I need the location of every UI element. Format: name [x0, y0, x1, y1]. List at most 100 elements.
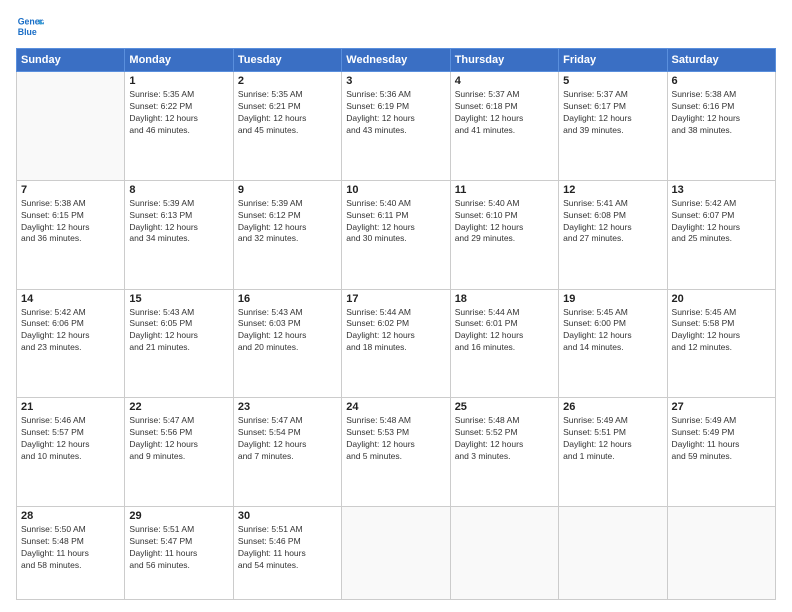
svg-text:Blue: Blue — [18, 27, 37, 37]
day-number: 25 — [455, 401, 554, 413]
day-info: Sunrise: 5:42 AM Sunset: 6:06 PM Dayligh… — [21, 307, 120, 355]
calendar-cell: 17 Sunrise: 5:44 AM Sunset: 6:02 PM Dayli… — [342, 289, 450, 398]
calendar-week-row: 1 Sunrise: 5:35 AM Sunset: 6:22 PM Daylig… — [17, 72, 776, 181]
day-info: Sunrise: 5:49 AM Sunset: 5:51 PM Dayligh… — [563, 415, 662, 463]
calendar-cell: 30 Sunrise: 5:51 AM Sunset: 5:46 PM Dayli… — [233, 507, 341, 600]
calendar-cell — [17, 72, 125, 181]
calendar-cell: 1 Sunrise: 5:35 AM Sunset: 6:22 PM Daylig… — [125, 72, 233, 181]
day-info: Sunrise: 5:36 AM Sunset: 6:19 PM Dayligh… — [346, 89, 445, 137]
day-info: Sunrise: 5:38 AM Sunset: 6:16 PM Dayligh… — [672, 89, 771, 137]
day-number: 8 — [129, 184, 228, 196]
calendar-cell: 2 Sunrise: 5:35 AM Sunset: 6:21 PM Daylig… — [233, 72, 341, 181]
calendar-cell: 22 Sunrise: 5:47 AM Sunset: 5:56 PM Dayli… — [125, 398, 233, 507]
day-number: 9 — [238, 184, 337, 196]
calendar-week-row: 7 Sunrise: 5:38 AM Sunset: 6:15 PM Daylig… — [17, 180, 776, 289]
day-info: Sunrise: 5:45 AM Sunset: 6:00 PM Dayligh… — [563, 307, 662, 355]
calendar-header-thursday: Thursday — [450, 49, 558, 72]
calendar-cell: 26 Sunrise: 5:49 AM Sunset: 5:51 PM Dayli… — [559, 398, 667, 507]
calendar-cell: 14 Sunrise: 5:42 AM Sunset: 6:06 PM Dayli… — [17, 289, 125, 398]
day-number: 17 — [346, 293, 445, 305]
day-number: 20 — [672, 293, 771, 305]
day-info: Sunrise: 5:41 AM Sunset: 6:08 PM Dayligh… — [563, 198, 662, 246]
day-info: Sunrise: 5:47 AM Sunset: 5:54 PM Dayligh… — [238, 415, 337, 463]
day-number: 12 — [563, 184, 662, 196]
calendar-cell — [559, 507, 667, 600]
day-info: Sunrise: 5:51 AM Sunset: 5:46 PM Dayligh… — [238, 524, 337, 572]
calendar-cell — [450, 507, 558, 600]
calendar-cell: 10 Sunrise: 5:40 AM Sunset: 6:11 PM Dayli… — [342, 180, 450, 289]
day-number: 21 — [21, 401, 120, 413]
calendar-cell: 29 Sunrise: 5:51 AM Sunset: 5:47 PM Dayli… — [125, 507, 233, 600]
day-info: Sunrise: 5:47 AM Sunset: 5:56 PM Dayligh… — [129, 415, 228, 463]
day-number: 24 — [346, 401, 445, 413]
calendar-cell: 3 Sunrise: 5:36 AM Sunset: 6:19 PM Daylig… — [342, 72, 450, 181]
day-number: 30 — [238, 510, 337, 522]
calendar-cell: 5 Sunrise: 5:37 AM Sunset: 6:17 PM Daylig… — [559, 72, 667, 181]
calendar-cell: 6Sunrise: 5:38 AM Sunset: 6:16 PM Daylig… — [667, 72, 775, 181]
calendar-week-row: 28Sunrise: 5:50 AM Sunset: 5:48 PM Dayli… — [17, 507, 776, 600]
day-number: 11 — [455, 184, 554, 196]
calendar-cell: 28Sunrise: 5:50 AM Sunset: 5:48 PM Dayli… — [17, 507, 125, 600]
day-info: Sunrise: 5:37 AM Sunset: 6:18 PM Dayligh… — [455, 89, 554, 137]
day-info: Sunrise: 5:45 AM Sunset: 5:58 PM Dayligh… — [672, 307, 771, 355]
day-number: 16 — [238, 293, 337, 305]
calendar-header-monday: Monday — [125, 49, 233, 72]
calendar-cell: 20 Sunrise: 5:45 AM Sunset: 5:58 PM Dayli… — [667, 289, 775, 398]
header: General Blue — [16, 12, 776, 40]
calendar-week-row: 21 Sunrise: 5:46 AM Sunset: 5:57 PM Dayli… — [17, 398, 776, 507]
day-info: Sunrise: 5:43 AM Sunset: 6:03 PM Dayligh… — [238, 307, 337, 355]
day-info: Sunrise: 5:35 AM Sunset: 6:21 PM Dayligh… — [238, 89, 337, 137]
calendar-cell: 11Sunrise: 5:40 AM Sunset: 6:10 PM Dayli… — [450, 180, 558, 289]
day-number: 7 — [21, 184, 120, 196]
day-info: Sunrise: 5:46 AM Sunset: 5:57 PM Dayligh… — [21, 415, 120, 463]
day-number: 10 — [346, 184, 445, 196]
calendar-cell: 23 Sunrise: 5:47 AM Sunset: 5:54 PM Dayli… — [233, 398, 341, 507]
day-number: 19 — [563, 293, 662, 305]
day-number: 15 — [129, 293, 228, 305]
calendar-cell: 21 Sunrise: 5:46 AM Sunset: 5:57 PM Dayli… — [17, 398, 125, 507]
day-number: 4 — [455, 75, 554, 87]
day-info: Sunrise: 5:38 AM Sunset: 6:15 PM Dayligh… — [21, 198, 120, 246]
logo: General Blue — [16, 12, 48, 40]
calendar-cell: 16 Sunrise: 5:43 AM Sunset: 6:03 PM Dayli… — [233, 289, 341, 398]
calendar-header-tuesday: Tuesday — [233, 49, 341, 72]
calendar-header-friday: Friday — [559, 49, 667, 72]
day-number: 5 — [563, 75, 662, 87]
day-number: 22 — [129, 401, 228, 413]
day-info: Sunrise: 5:39 AM Sunset: 6:12 PM Dayligh… — [238, 198, 337, 246]
calendar-cell: 8 Sunrise: 5:39 AM Sunset: 6:13 PM Daylig… — [125, 180, 233, 289]
day-number: 23 — [238, 401, 337, 413]
day-number: 1 — [129, 75, 228, 87]
calendar-cell: 4 Sunrise: 5:37 AM Sunset: 6:18 PM Daylig… — [450, 72, 558, 181]
day-number: 3 — [346, 75, 445, 87]
day-info: Sunrise: 5:44 AM Sunset: 6:02 PM Dayligh… — [346, 307, 445, 355]
day-info: Sunrise: 5:40 AM Sunset: 6:11 PM Dayligh… — [346, 198, 445, 246]
day-info: Sunrise: 5:39 AM Sunset: 6:13 PM Dayligh… — [129, 198, 228, 246]
calendar-header-saturday: Saturday — [667, 49, 775, 72]
day-info: Sunrise: 5:51 AM Sunset: 5:47 PM Dayligh… — [129, 524, 228, 572]
calendar-cell: 18 Sunrise: 5:44 AM Sunset: 6:01 PM Dayli… — [450, 289, 558, 398]
day-number: 18 — [455, 293, 554, 305]
calendar-cell: 27 Sunrise: 5:49 AM Sunset: 5:49 PM Dayli… — [667, 398, 775, 507]
calendar-header-sunday: Sunday — [17, 49, 125, 72]
calendar-cell: 13Sunrise: 5:42 AM Sunset: 6:07 PM Dayli… — [667, 180, 775, 289]
day-info: Sunrise: 5:44 AM Sunset: 6:01 PM Dayligh… — [455, 307, 554, 355]
day-number: 29 — [129, 510, 228, 522]
day-number: 14 — [21, 293, 120, 305]
calendar-header-row: SundayMondayTuesdayWednesdayThursdayFrid… — [17, 49, 776, 72]
calendar-cell: 12 Sunrise: 5:41 AM Sunset: 6:08 PM Dayli… — [559, 180, 667, 289]
day-info: Sunrise: 5:49 AM Sunset: 5:49 PM Dayligh… — [672, 415, 771, 463]
calendar-table: SundayMondayTuesdayWednesdayThursdayFrid… — [16, 48, 776, 600]
day-info: Sunrise: 5:42 AM Sunset: 6:07 PM Dayligh… — [672, 198, 771, 246]
day-number: 26 — [563, 401, 662, 413]
calendar-cell: 25Sunrise: 5:48 AM Sunset: 5:52 PM Dayli… — [450, 398, 558, 507]
calendar-cell: 15 Sunrise: 5:43 AM Sunset: 6:05 PM Dayli… — [125, 289, 233, 398]
calendar-cell: 19 Sunrise: 5:45 AM Sunset: 6:00 PM Dayli… — [559, 289, 667, 398]
day-info: Sunrise: 5:37 AM Sunset: 6:17 PM Dayligh… — [563, 89, 662, 137]
day-info: Sunrise: 5:50 AM Sunset: 5:48 PM Dayligh… — [21, 524, 120, 572]
day-info: Sunrise: 5:43 AM Sunset: 6:05 PM Dayligh… — [129, 307, 228, 355]
day-number: 27 — [672, 401, 771, 413]
day-info: Sunrise: 5:35 AM Sunset: 6:22 PM Dayligh… — [129, 89, 228, 137]
day-number: 2 — [238, 75, 337, 87]
logo-icon: General Blue — [16, 12, 44, 40]
